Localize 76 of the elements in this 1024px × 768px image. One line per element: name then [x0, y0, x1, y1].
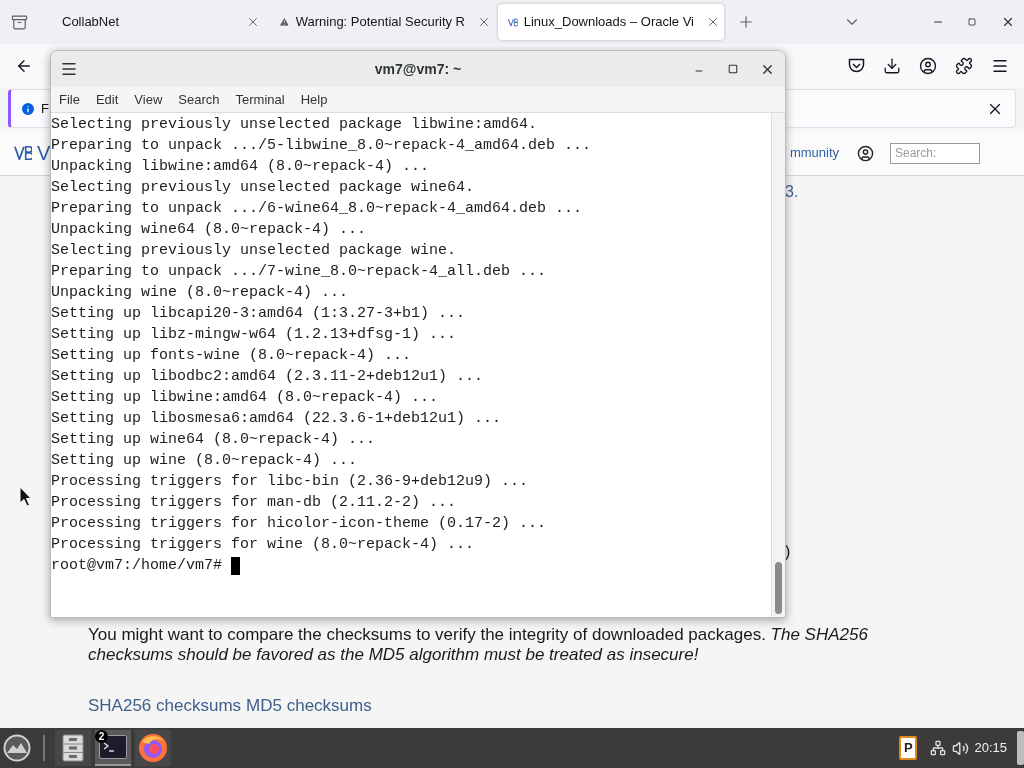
close-icon: [706, 15, 720, 29]
page-text-fragment: 3.: [785, 182, 799, 202]
terminal-output-line: Selecting previously unselected package libwine:amd64.: [51, 115, 538, 135]
close-icon: [246, 15, 260, 29]
terminal-output-line: Setting up fonts-wine (8.0~repack-4) ...: [51, 346, 412, 366]
plus-icon: [737, 13, 755, 31]
maximize-icon: [968, 18, 976, 26]
menu-icon: [991, 57, 1009, 75]
window-title: vm7@vm7: ~: [374, 59, 462, 79]
menu-item[interactable]: View: [126, 89, 171, 110]
terminal-output-line: Unpacking wine64 (8.0~repack-4) ...: [51, 220, 367, 240]
terminal-output-line: Setting up libcapi20-3:amd64 (1:3.27-3+b1) ...: [51, 304, 466, 324]
account-icon: [919, 57, 937, 75]
menu-item[interactable]: File: [51, 89, 88, 110]
terminal-output-line: Unpacking wine (8.0~repack-4) ...: [51, 283, 349, 303]
terminal-output-line: Preparing to unpack .../7-wine_8.0~repack-4_all.deb ...: [51, 262, 547, 282]
taskbar-app-button[interactable]: [55, 730, 91, 766]
browser-tab[interactable]: CollabNet: [40, 4, 266, 40]
account-icon[interactable]: [857, 144, 874, 162]
shield-chevron-icon: [847, 58, 865, 74]
scrollbar-track[interactable]: [771, 113, 785, 617]
terminal-output-line: Unpacking libwine:amd64 (8.0~repack-4) ...: [51, 157, 430, 177]
terminal-output-line: Selecting previously unselected package wine.: [51, 241, 457, 261]
mountain-logo-icon: [3, 734, 31, 762]
volume-icon[interactable]: [952, 739, 970, 757]
menu-icon: [60, 60, 78, 78]
browser-icon: [138, 733, 168, 763]
terminal-output-line: Selecting previously unselected package wine64.: [51, 178, 475, 198]
terminal-output-line: Preparing to unpack .../5-libwine_8.0~repack-4_amd64.deb ...: [51, 136, 592, 156]
clipboard-tray-button[interactable]: P: [899, 736, 918, 760]
download-icon: [883, 57, 901, 75]
terminal-output-line: Setting up wine (8.0~repack-4) ...: [51, 451, 358, 471]
checksum-paragraph: You might want to compare the checksums to verify the integrity of downloaded packages. The SHA256 checksums should be favored as the MD5 algorithm must be treated as insecure!: [88, 625, 869, 665]
terminal-output-line: Setting up libosmesa6:amd64 (22.3.6-1+deb12u1) ...: [51, 409, 502, 429]
taskbar-app-button[interactable]: [135, 730, 171, 766]
terminal-output-line: Processing triggers for hicolor-icon-theme (0.17-2) ...: [51, 514, 547, 534]
window-count-badge: 2: [95, 730, 108, 743]
terminal-output-line: Setting up libwine:amd64 (8.0~repack-4) ...: [51, 388, 439, 408]
menu-item[interactable]: Search: [170, 89, 228, 110]
terminal-output-line: Processing triggers for wine (8.0~repack-4) ...: [51, 535, 475, 555]
terminal-output-line: Processing triggers for libc-bin (2.36-9+deb12u9) ...: [51, 472, 529, 492]
close-icon: [477, 15, 491, 29]
terminal-prompt: root@vm7:/home/vm7#: [51, 556, 223, 576]
terminal-output-line: Processing triggers for man-db (2.11.2-2) ...: [51, 493, 457, 513]
menu-item[interactable]: Help: [292, 89, 336, 110]
browser-tab[interactable]: Linux_Downloads – Oracle Vi: [498, 4, 724, 40]
info-icon: [20, 100, 36, 117]
tab-title: CollabNet: [62, 13, 120, 32]
site-title: V: [37, 141, 51, 166]
terminal-output-line: Setting up libodbc2:amd64 (2.3.11-2+deb12u1) ...: [51, 367, 484, 387]
nav-link[interactable]: mmunity: [789, 143, 839, 163]
terminal-output-line: Setting up libz-mingw-w64 (1.2.13+dfsg-1) ...: [51, 325, 457, 345]
maximize-icon: [728, 64, 738, 74]
filing-cabinet-icon: [62, 734, 84, 762]
tab-title: Warning: Potential Security R: [295, 13, 465, 32]
tab-title: Linux_Downloads – Oracle Vi: [523, 13, 694, 32]
close-icon: [1001, 15, 1015, 29]
text-cursor: [231, 556, 241, 575]
checksum-link[interactable]: MD5 checksums: [246, 696, 372, 716]
menu-item[interactable]: Terminal: [227, 89, 293, 110]
taskbar-app-button[interactable]: 2: [95, 730, 131, 766]
scrollbar-thumb[interactable]: [775, 562, 782, 614]
site-logo-icon: [14, 144, 32, 162]
launcher-button[interactable]: [3, 734, 31, 762]
terminal-output-line: Preparing to unpack .../6-wine64_8.0~repack-4_amd64.deb ...: [51, 199, 583, 219]
terminal-output-line: Setting up wine64 (8.0~repack-4) ...: [51, 430, 376, 450]
browser-tab[interactable]: Warning: Potential Security R: [269, 4, 495, 40]
archive-icon: [10, 13, 28, 31]
puzzle-icon: [955, 57, 973, 75]
network-icon[interactable]: [930, 740, 947, 756]
menu-item[interactable]: Edit: [87, 89, 127, 110]
checksum-link[interactable]: SHA256 checksums: [88, 696, 242, 716]
mouse-pointer-icon: [19, 486, 32, 507]
clock-text[interactable]: 20:15: [974, 738, 1007, 758]
notification-text: F: [41, 99, 49, 118]
search-field[interactable]: Search:: [890, 142, 980, 164]
